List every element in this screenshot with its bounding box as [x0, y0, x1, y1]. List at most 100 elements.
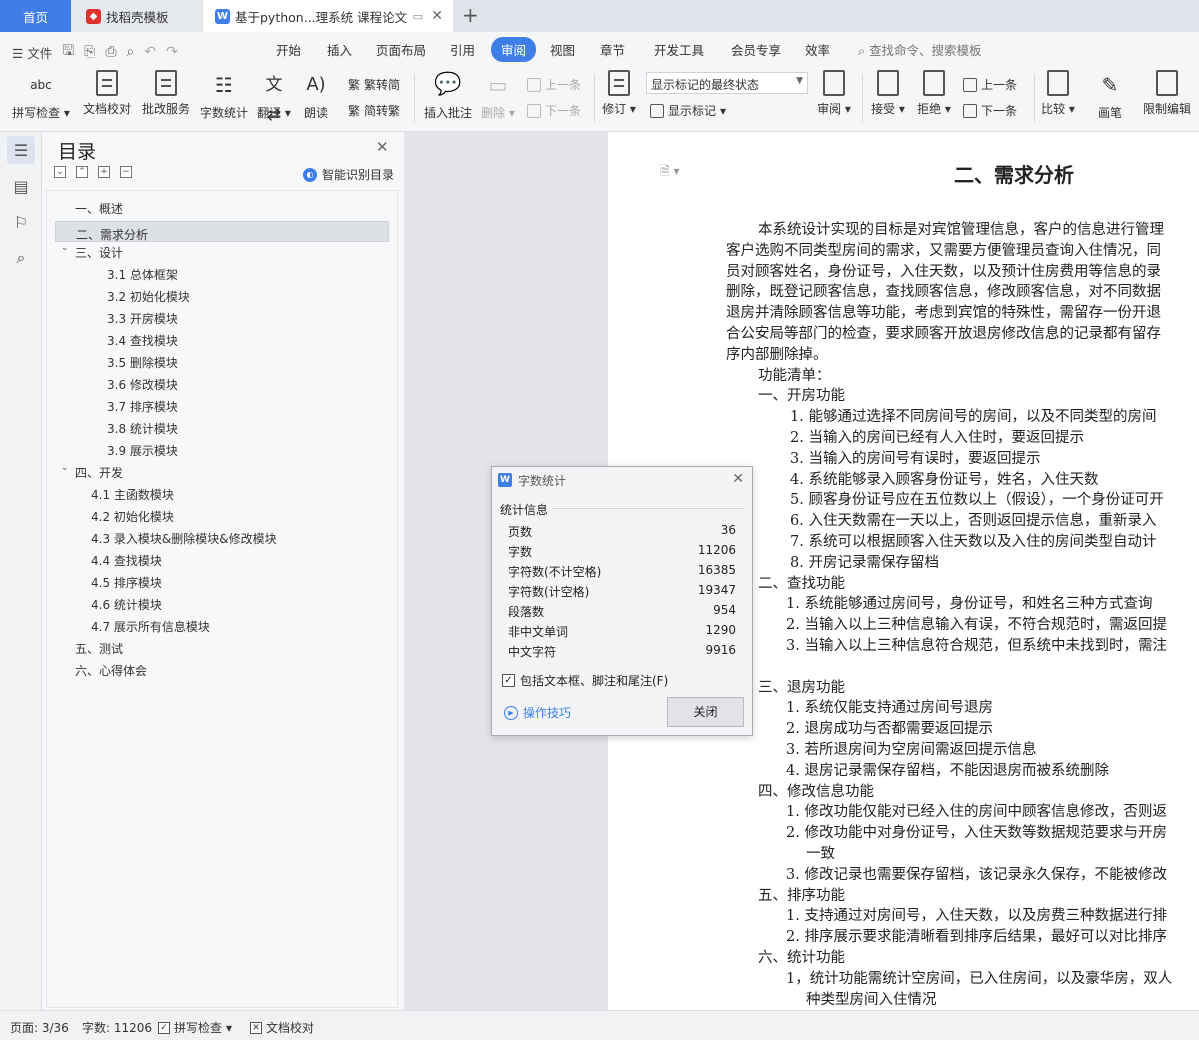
word-count-button[interactable]: ☷ 字数统计: [198, 70, 250, 121]
menu-insert[interactable]: 插入: [327, 40, 352, 59]
expand-caret-icon[interactable]: ⌄: [61, 243, 69, 253]
prev-change-button[interactable]: 上一条: [963, 76, 1017, 93]
delete-comment-button[interactable]: ▭ 删除 ▾: [480, 70, 516, 121]
markup-select[interactable]: 显示标记的最终状态 ▼: [646, 72, 808, 94]
dialog-titlebar[interactable]: W 字数统计: [492, 467, 752, 493]
toc-item[interactable]: 六、心得体会: [75, 661, 147, 682]
toc-item[interactable]: 3.5 删除模块: [107, 353, 178, 374]
bookmark-icon[interactable]: ⚐: [7, 208, 35, 236]
page-indicator[interactable]: 页面: 3/36: [10, 1019, 69, 1036]
toc-item[interactable]: 四、开发: [75, 463, 123, 484]
document-line: 退房并清除顾客信息等功能，考虑到宾馆的特殊性，需留存一份开退: [726, 305, 1161, 321]
nav-strip: ☰ ▤ ⚐ ⌕: [0, 132, 42, 1010]
spell-check-toggle[interactable]: ✓ 拼写检查 ▾: [158, 1019, 232, 1036]
simp-to-trad-button[interactable]: 繁简转繁: [348, 102, 400, 119]
toc-item[interactable]: 4.3 录入模块&删除模块&修改模块: [91, 529, 277, 550]
redo-icon[interactable]: ↷: [166, 44, 178, 60]
toc-item[interactable]: 三、设计: [75, 243, 123, 264]
collapse-icon[interactable]: ⌄: [54, 166, 66, 178]
menu-chapter[interactable]: 章节: [600, 40, 625, 59]
add-level-icon[interactable]: +: [98, 166, 110, 178]
show-markup-button[interactable]: 显示标记 ▾: [650, 102, 726, 119]
save-icon[interactable]: 🖫: [62, 40, 74, 64]
toc-item[interactable]: 4.5 排序模块: [91, 573, 162, 594]
tips-link[interactable]: ▶ 操作技巧: [504, 704, 571, 721]
markup-select-value: 显示标记的最终状态: [651, 78, 760, 92]
menu-references[interactable]: 引用: [450, 40, 475, 59]
toc-item[interactable]: 4.1 主函数模块: [91, 485, 174, 506]
simp-icon: 繁: [348, 104, 361, 118]
close-button[interactable]: 关闭: [667, 697, 744, 727]
include-textbox-checkbox[interactable]: ✓ 包括文本框、脚注和尾注(F): [502, 672, 668, 689]
toc-item[interactable]: 3.3 开房模块: [107, 309, 178, 330]
undo-icon[interactable]: ↶: [144, 44, 156, 60]
toc-item[interactable]: 3.8 统计模块: [107, 419, 178, 440]
toc-item[interactable]: 4.2 初始化模块: [91, 507, 174, 528]
batch-service-button[interactable]: 批改服务: [140, 70, 192, 117]
file-menu[interactable]: ☰ 文件: [12, 43, 52, 62]
track-changes-button[interactable]: 修订 ▾: [600, 70, 638, 117]
toc-item[interactable]: 3.9 展示模块: [107, 441, 178, 462]
menu-layout[interactable]: 页面布局: [376, 40, 426, 59]
next-comment-button[interactable]: 下一条: [527, 102, 581, 119]
menu-home[interactable]: 开始: [276, 40, 301, 59]
menu-view[interactable]: 视图: [550, 40, 575, 59]
read-aloud-button[interactable]: A) 朗读: [298, 70, 334, 121]
toc-item[interactable]: 3.4 查找模块: [107, 331, 178, 352]
next-change-button[interactable]: 下一条: [963, 102, 1017, 119]
toc-item[interactable]: 3.7 排序模块: [107, 397, 178, 418]
expand-icon[interactable]: ⌃: [76, 166, 88, 178]
accept-button[interactable]: 接受 ▾: [870, 70, 906, 117]
close-icon[interactable]: ✕: [732, 471, 744, 487]
doc-proof-label: 文档校对: [82, 102, 131, 116]
doc-proof-toggle[interactable]: ✕ 文档校对: [250, 1019, 314, 1036]
menu-review[interactable]: 审阅: [491, 37, 537, 62]
document-line: 3. 当输入的房间号有误时，要返回提示: [790, 451, 1041, 467]
doc-proof-button[interactable]: 文档校对: [80, 70, 134, 117]
menu-member[interactable]: 会员专享: [731, 40, 781, 59]
smart-toc-button[interactable]: ◐ 智能识别目录: [303, 166, 394, 183]
prev-comment-button[interactable]: 上一条: [527, 76, 581, 93]
toc-item[interactable]: 4.6 统计模块: [91, 595, 162, 616]
print-icon[interactable]: ⎙: [105, 44, 116, 60]
find-icon[interactable]: ⌕: [7, 244, 35, 272]
chapter-icon[interactable]: ▤: [7, 172, 35, 200]
tab-bar: 首页 ◆ 找稻壳模板 W 基于python...理系统 课程论文 ▭ ✕ +: [0, 0, 1199, 32]
page-menu-icon[interactable]: 🗎 ▾: [660, 162, 680, 183]
toc-item[interactable]: 4.7 展示所有信息模块: [91, 617, 210, 638]
tab-home[interactable]: 首页: [0, 0, 71, 32]
compare-button[interactable]: 比较 ▾: [1040, 70, 1076, 117]
menu-devtools[interactable]: 开发工具: [654, 40, 704, 59]
document-line: 1. 能够通过选择不同房间号的房间，以及不同类型的房间: [790, 409, 1157, 425]
export-icon[interactable]: ⎘: [84, 44, 95, 60]
toc-item[interactable]: 3.6 修改模块: [107, 375, 178, 396]
toc-item[interactable]: 一、概述: [75, 199, 123, 220]
close-tab-icon[interactable]: ✕: [431, 8, 443, 24]
trad-to-simp-button[interactable]: 繁繁转简: [348, 76, 400, 93]
menu-efficiency[interactable]: 效率: [805, 40, 830, 59]
toc-item-selected[interactable]: 二、需求分析: [55, 221, 389, 242]
remove-level-icon[interactable]: −: [120, 166, 132, 178]
restrict-edit-button[interactable]: 限制编辑: [1140, 70, 1194, 117]
tab-templates[interactable]: ◆ 找稻壳模板: [72, 0, 202, 32]
spell-check-button[interactable]: abc 拼写检查 ▾: [10, 70, 72, 121]
toc-item[interactable]: 4.4 查找模块: [91, 551, 162, 572]
reject-button[interactable]: 拒绝 ▾: [916, 70, 952, 117]
close-icon[interactable]: ✕: [376, 138, 389, 156]
toc-item[interactable]: 3.2 初始化模块: [107, 287, 190, 308]
new-tab-icon[interactable]: +: [462, 4, 479, 26]
word-count-indicator[interactable]: 字数: 11206: [82, 1019, 152, 1036]
toc-item[interactable]: 3.1 总体框架: [107, 265, 178, 286]
tab-document[interactable]: W 基于python...理系统 课程论文 ▭ ✕: [203, 0, 453, 32]
review-pane-button[interactable]: 审阅 ▾: [816, 70, 852, 117]
toc-item[interactable]: 五、测试: [75, 639, 123, 660]
insert-comment-button[interactable]: 💬 插入批注: [422, 70, 474, 121]
toc-pane-icon[interactable]: ☰: [7, 136, 35, 164]
pin-icon[interactable]: ▭: [413, 10, 423, 23]
translate-button[interactable]: 文⇄ 翻译 ▾: [256, 70, 292, 125]
expand-caret-icon[interactable]: ⌄: [61, 463, 69, 473]
stat-value: 19347: [697, 583, 736, 597]
pen-button[interactable]: ✎ 画笔: [1092, 70, 1128, 121]
preview-icon[interactable]: ⌕: [127, 44, 135, 60]
command-search[interactable]: ⌕ 查找命令、搜索模板: [858, 40, 982, 59]
